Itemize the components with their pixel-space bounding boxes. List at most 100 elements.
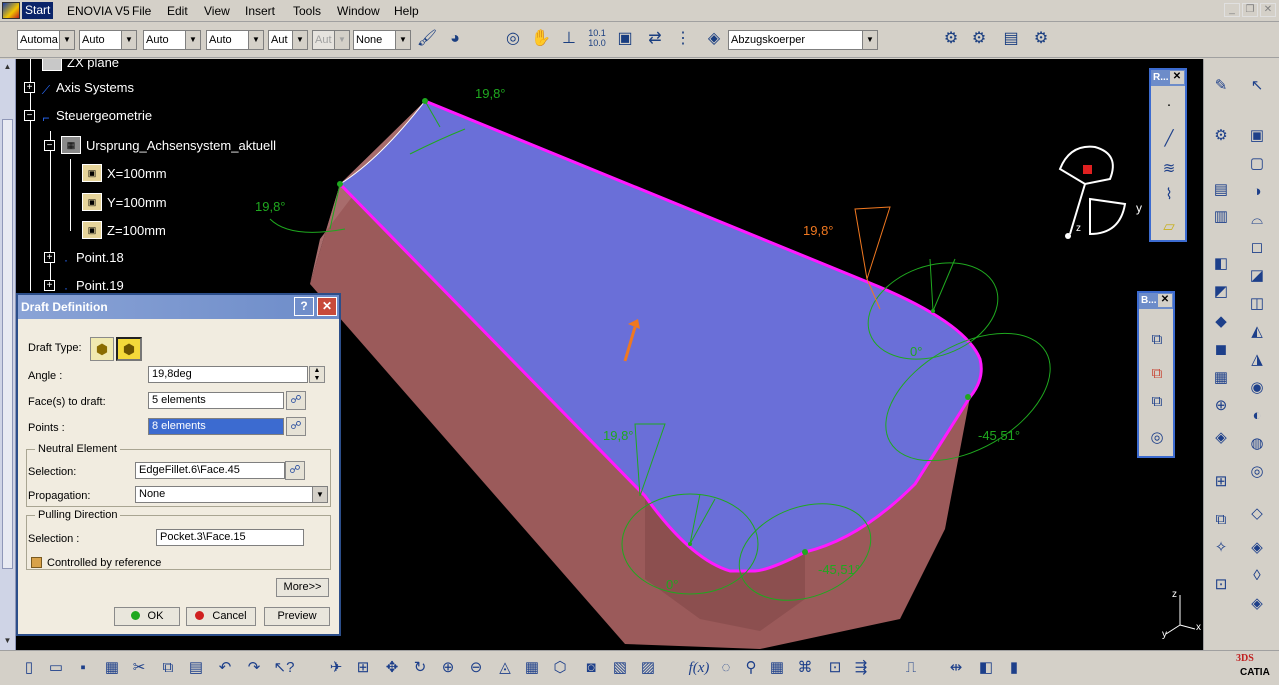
hole-icon[interactable]: ▤: [1210, 179, 1232, 201]
pulling-selection-input[interactable]: Pocket.3\Face.15: [156, 529, 304, 546]
tree-item-zx-plane[interactable]: ZX plane: [42, 59, 119, 71]
points-list-icon[interactable]: ☍: [286, 417, 306, 436]
catalog-icon[interactable]: ▤: [1000, 28, 1022, 50]
combo-color[interactable]: Automa ▼: [17, 30, 75, 50]
fillet-icon[interactable]: ◧: [1210, 253, 1232, 275]
groove-icon[interactable]: ▥: [1210, 206, 1232, 228]
angle-input[interactable]: 19,8deg: [148, 366, 308, 383]
current-body-select[interactable]: Abzugskoerper ▼: [728, 30, 878, 50]
gear-icon[interactable]: ⚙: [1210, 125, 1232, 147]
combo-point-symbol[interactable]: Aut ▼: [268, 30, 308, 50]
mirror-icon[interactable]: ▦: [1210, 367, 1232, 389]
menu-window[interactable]: Window: [337, 4, 380, 18]
collapse-icon[interactable]: −: [44, 139, 55, 151]
scroll-up-icon[interactable]: ▲: [2, 61, 13, 72]
update-icon[interactable]: ⇶: [850, 657, 872, 679]
tree-item-axis-systems[interactable]: + ⟋ Axis Systems: [24, 80, 134, 97]
copy-icon[interactable]: ⧉: [157, 657, 179, 679]
intersect-icon[interactable]: ◎: [1146, 427, 1168, 449]
assemble-icon[interactable]: ⧉: [1146, 329, 1168, 351]
pattern-icon[interactable]: ◉: [1246, 377, 1268, 399]
network-icon[interactable]: ⌘: [794, 657, 816, 679]
menu-start[interactable]: Start: [22, 2, 54, 19]
tree-item-point19[interactable]: + · Point.19: [44, 278, 124, 295]
pocket-icon[interactable]: ▢: [1246, 153, 1268, 175]
neutral-list-icon[interactable]: ☍: [285, 461, 305, 480]
slot-icon[interactable]: ◻: [1246, 237, 1268, 259]
dialog-titlebar[interactable]: Draft Definition ? ✕: [18, 295, 339, 319]
scroll-down-icon[interactable]: ▼: [2, 635, 13, 646]
thread-icon[interactable]: ◭: [1246, 321, 1268, 343]
scaling-icon[interactable]: ◐: [1246, 405, 1268, 427]
close-window-icon[interactable]: ✕: [1260, 3, 1276, 17]
tree-item-z[interactable]: ▣ Z=100mm: [82, 221, 166, 239]
quick-view-icon[interactable]: ▣: [614, 28, 636, 50]
surface-icon[interactable]: ◊: [1246, 565, 1268, 587]
plane-surface-icon[interactable]: ▱: [1158, 216, 1180, 238]
properties-icon[interactable]: ◕: [444, 28, 466, 50]
tree-item-ursprung[interactable]: − ▦ Ursprung_Achsensystem_aktuell: [44, 136, 276, 154]
catia-logo-icon[interactable]: [2, 2, 20, 19]
hide-show-icon[interactable]: ⇄: [644, 28, 666, 50]
chevron-down-icon[interactable]: ▼: [395, 31, 410, 49]
expand-icon[interactable]: +: [44, 252, 55, 263]
painter-icon[interactable]: 🖌: [416, 28, 438, 50]
ok-button[interactable]: OK: [114, 607, 180, 626]
scrollbar-thumb[interactable]: [2, 119, 13, 569]
angle-spinner-icon[interactable]: ▲ ▼: [309, 366, 325, 383]
constraint-icon[interactable]: ✧: [1210, 537, 1232, 559]
extract-icon[interactable]: ◈: [1246, 593, 1268, 615]
chamfer-icon[interactable]: ◪: [1246, 265, 1268, 287]
draft-type-basic-icon[interactable]: ⬢: [90, 337, 114, 361]
layer-icon[interactable]: ◈: [703, 28, 725, 50]
menu-insert[interactable]: Insert: [245, 4, 275, 18]
table-icon[interactable]: ▦: [766, 657, 788, 679]
zoom-in-icon[interactable]: ⊕: [437, 657, 459, 679]
point-icon[interactable]: ·: [1158, 94, 1180, 116]
panel-titlebar[interactable]: R... ✕: [1151, 70, 1185, 86]
fly-icon[interactable]: ✈: [325, 657, 347, 679]
translate-icon[interactable]: ◮: [1246, 349, 1268, 371]
iso-view-icon[interactable]: ⬡: [549, 657, 571, 679]
restore-icon[interactable]: ❐: [1242, 3, 1258, 17]
select-icon[interactable]: ↖: [1246, 75, 1268, 97]
draft-type-variable-icon[interactable]: ⬢: [116, 337, 142, 361]
print-icon[interactable]: ▦: [101, 657, 123, 679]
combo-thickness[interactable]: Auto ▼: [206, 30, 264, 50]
chevron-down-icon[interactable]: ▼: [862, 31, 877, 49]
swap-space-icon[interactable]: ▨: [637, 657, 659, 679]
zoom-out-icon[interactable]: ⊖: [465, 657, 487, 679]
whats-this-icon[interactable]: ↖?: [273, 657, 295, 679]
add-icon[interactable]: ⧉: [1146, 363, 1168, 385]
lock-icon[interactable]: ⊡: [824, 657, 846, 679]
measure-icon[interactable]: ⇹: [945, 657, 967, 679]
sketcher-icon[interactable]: ✎: [1210, 75, 1232, 97]
tree-item-steuergeometrie[interactable]: − ⌐ Steuergeometrie: [24, 108, 152, 125]
axis-icon[interactable]: ⊥: [558, 28, 580, 50]
reference-icon[interactable]: ◈: [1246, 537, 1268, 559]
pad-icon[interactable]: ▣: [1246, 125, 1268, 147]
axis-system-icon[interactable]: ⊕: [1210, 395, 1232, 417]
menu-help[interactable]: Help: [394, 4, 419, 18]
tree-item-point18[interactable]: + · Point.18: [44, 250, 124, 267]
shading-icon[interactable]: ◙: [580, 657, 602, 679]
rotate-icon[interactable]: ↻: [409, 657, 431, 679]
hide-show-icon[interactable]: ▧: [609, 657, 631, 679]
neutral-selection-input[interactable]: EdgeFillet.6\Face.45: [135, 462, 285, 479]
add-body-icon[interactable]: ◈: [1210, 427, 1232, 449]
menu-view[interactable]: View: [204, 4, 230, 18]
close-button[interactable]: ✕: [317, 297, 337, 316]
chain-icon[interactable]: ⚲: [740, 657, 762, 679]
menu-edit[interactable]: Edit: [167, 4, 188, 18]
pan-icon[interactable]: ✥: [381, 657, 403, 679]
swap-visible-icon[interactable]: ⋮: [672, 28, 694, 50]
multi-view-icon[interactable]: ▦: [521, 657, 543, 679]
bottle-icon[interactable]: ▮: [1003, 657, 1025, 679]
cancel-button[interactable]: Cancel: [186, 607, 256, 626]
open-file-icon[interactable]: ▭: [45, 657, 67, 679]
chevron-down-icon[interactable]: ▼: [59, 31, 74, 49]
shell-icon[interactable]: ◫: [1246, 293, 1268, 315]
faces-input[interactable]: 5 elements: [148, 392, 284, 409]
combo-transparency[interactable]: Auto ▼: [79, 30, 137, 50]
close-icon[interactable]: ✕: [1158, 294, 1172, 307]
